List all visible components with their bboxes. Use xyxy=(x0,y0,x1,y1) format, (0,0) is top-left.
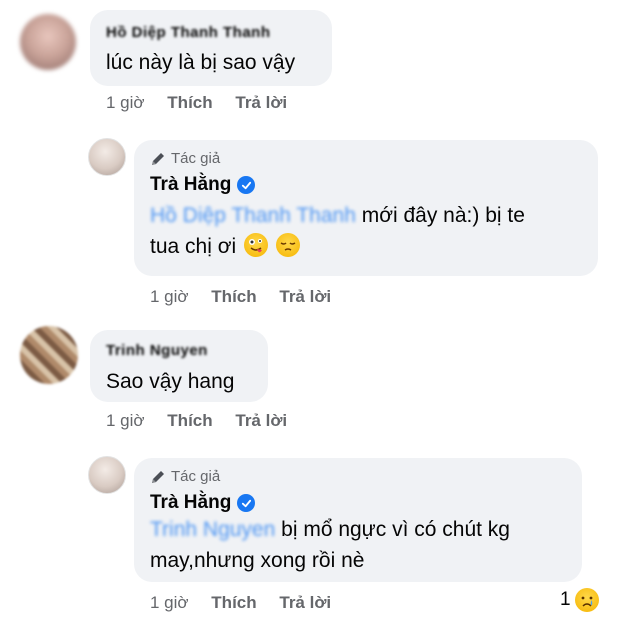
reply-author[interactable]: Trà Hằng xyxy=(150,174,256,196)
comment-bubble: Trinh Nguyen Sao vậy hang xyxy=(90,330,268,402)
reaction-count: 1 xyxy=(560,589,571,610)
author-avatar[interactable] xyxy=(88,456,126,494)
reply-time[interactable]: 1 giờ xyxy=(150,593,189,612)
author-avatar[interactable] xyxy=(88,138,126,176)
reply-text-line1: mới đây nà:) bị te xyxy=(361,204,525,227)
reply-text: Trinh Nguyen bị mổ ngực vì có chút kg ma… xyxy=(150,514,510,576)
reply-time[interactable]: 1 giờ xyxy=(150,287,189,306)
commenter-avatar[interactable] xyxy=(20,14,76,70)
reply-text-line2: may,nhưng xong rồi nè xyxy=(150,549,365,572)
reply-text-line1: bị mổ ngực vì có chút kg xyxy=(281,518,510,541)
comment-actions: 1 giờ Thích Trả lời xyxy=(106,411,287,431)
author-badge: Tác giả xyxy=(150,150,220,167)
comment-time[interactable]: 1 giờ xyxy=(106,411,145,430)
reply-author-name[interactable]: Trà Hằng xyxy=(150,492,231,514)
mention-link[interactable]: Trinh Nguyen xyxy=(150,518,275,541)
crying-face-emoji xyxy=(574,588,599,612)
commenter-avatar[interactable] xyxy=(20,326,78,384)
reply-button[interactable]: Trả lời xyxy=(235,411,287,430)
reply-button[interactable]: Trả lời xyxy=(235,93,287,112)
pencil-icon xyxy=(152,470,164,483)
like-button[interactable]: Thích xyxy=(211,593,256,612)
reply-bubble: Tác giả Trà Hằng Trinh Nguyen bị mổ ngực… xyxy=(134,458,582,582)
verified-badge-icon xyxy=(237,176,256,194)
comment-time[interactable]: 1 giờ xyxy=(106,93,145,112)
author-badge-label: Tác giả xyxy=(171,468,221,485)
comment-author-name[interactable]: Trinh Nguyen xyxy=(106,342,208,359)
pensive-face-emoji xyxy=(275,233,300,257)
pencil-icon xyxy=(152,152,164,165)
author-badge: Tác giả xyxy=(150,468,220,485)
reply-text-line2: tua chị ơi xyxy=(150,235,237,258)
reply-bubble: Tác giả Trà Hằng Hồ Diệp Thanh Thanh mới… xyxy=(134,140,598,276)
reply-text: Hồ Diệp Thanh Thanh mới đây nà:) bị te t… xyxy=(150,200,525,262)
mention-link[interactable]: Hồ Diệp Thanh Thanh xyxy=(150,204,356,227)
like-button[interactable]: Thích xyxy=(167,93,212,112)
comment-text: lúc này là bị sao vậy xyxy=(106,51,296,74)
author-badge-label: Tác giả xyxy=(171,150,221,167)
reply-button[interactable]: Trả lời xyxy=(279,287,331,306)
reply-actions: 1 giờ Thích Trả lời xyxy=(150,593,331,613)
like-button[interactable]: Thích xyxy=(211,287,256,306)
reply-actions: 1 giờ Thích Trả lời xyxy=(150,287,331,307)
like-button[interactable]: Thích xyxy=(167,411,212,430)
reaction-summary[interactable]: 1 xyxy=(560,588,599,612)
verified-badge-icon xyxy=(237,494,256,512)
reply-author-name[interactable]: Trà Hằng xyxy=(150,174,231,196)
zany-face-emoji xyxy=(244,233,268,257)
comment-author-name[interactable]: Hồ Diệp Thanh Thanh xyxy=(106,24,271,41)
reply-author[interactable]: Trà Hằng xyxy=(150,492,256,514)
comment-actions: 1 giờ Thích Trả lời xyxy=(106,93,287,113)
reply-button[interactable]: Trả lời xyxy=(279,593,331,612)
comment-bubble: Hồ Diệp Thanh Thanh lúc này là bị sao vậ… xyxy=(90,10,332,86)
comment-text: Sao vậy hang xyxy=(106,370,235,393)
